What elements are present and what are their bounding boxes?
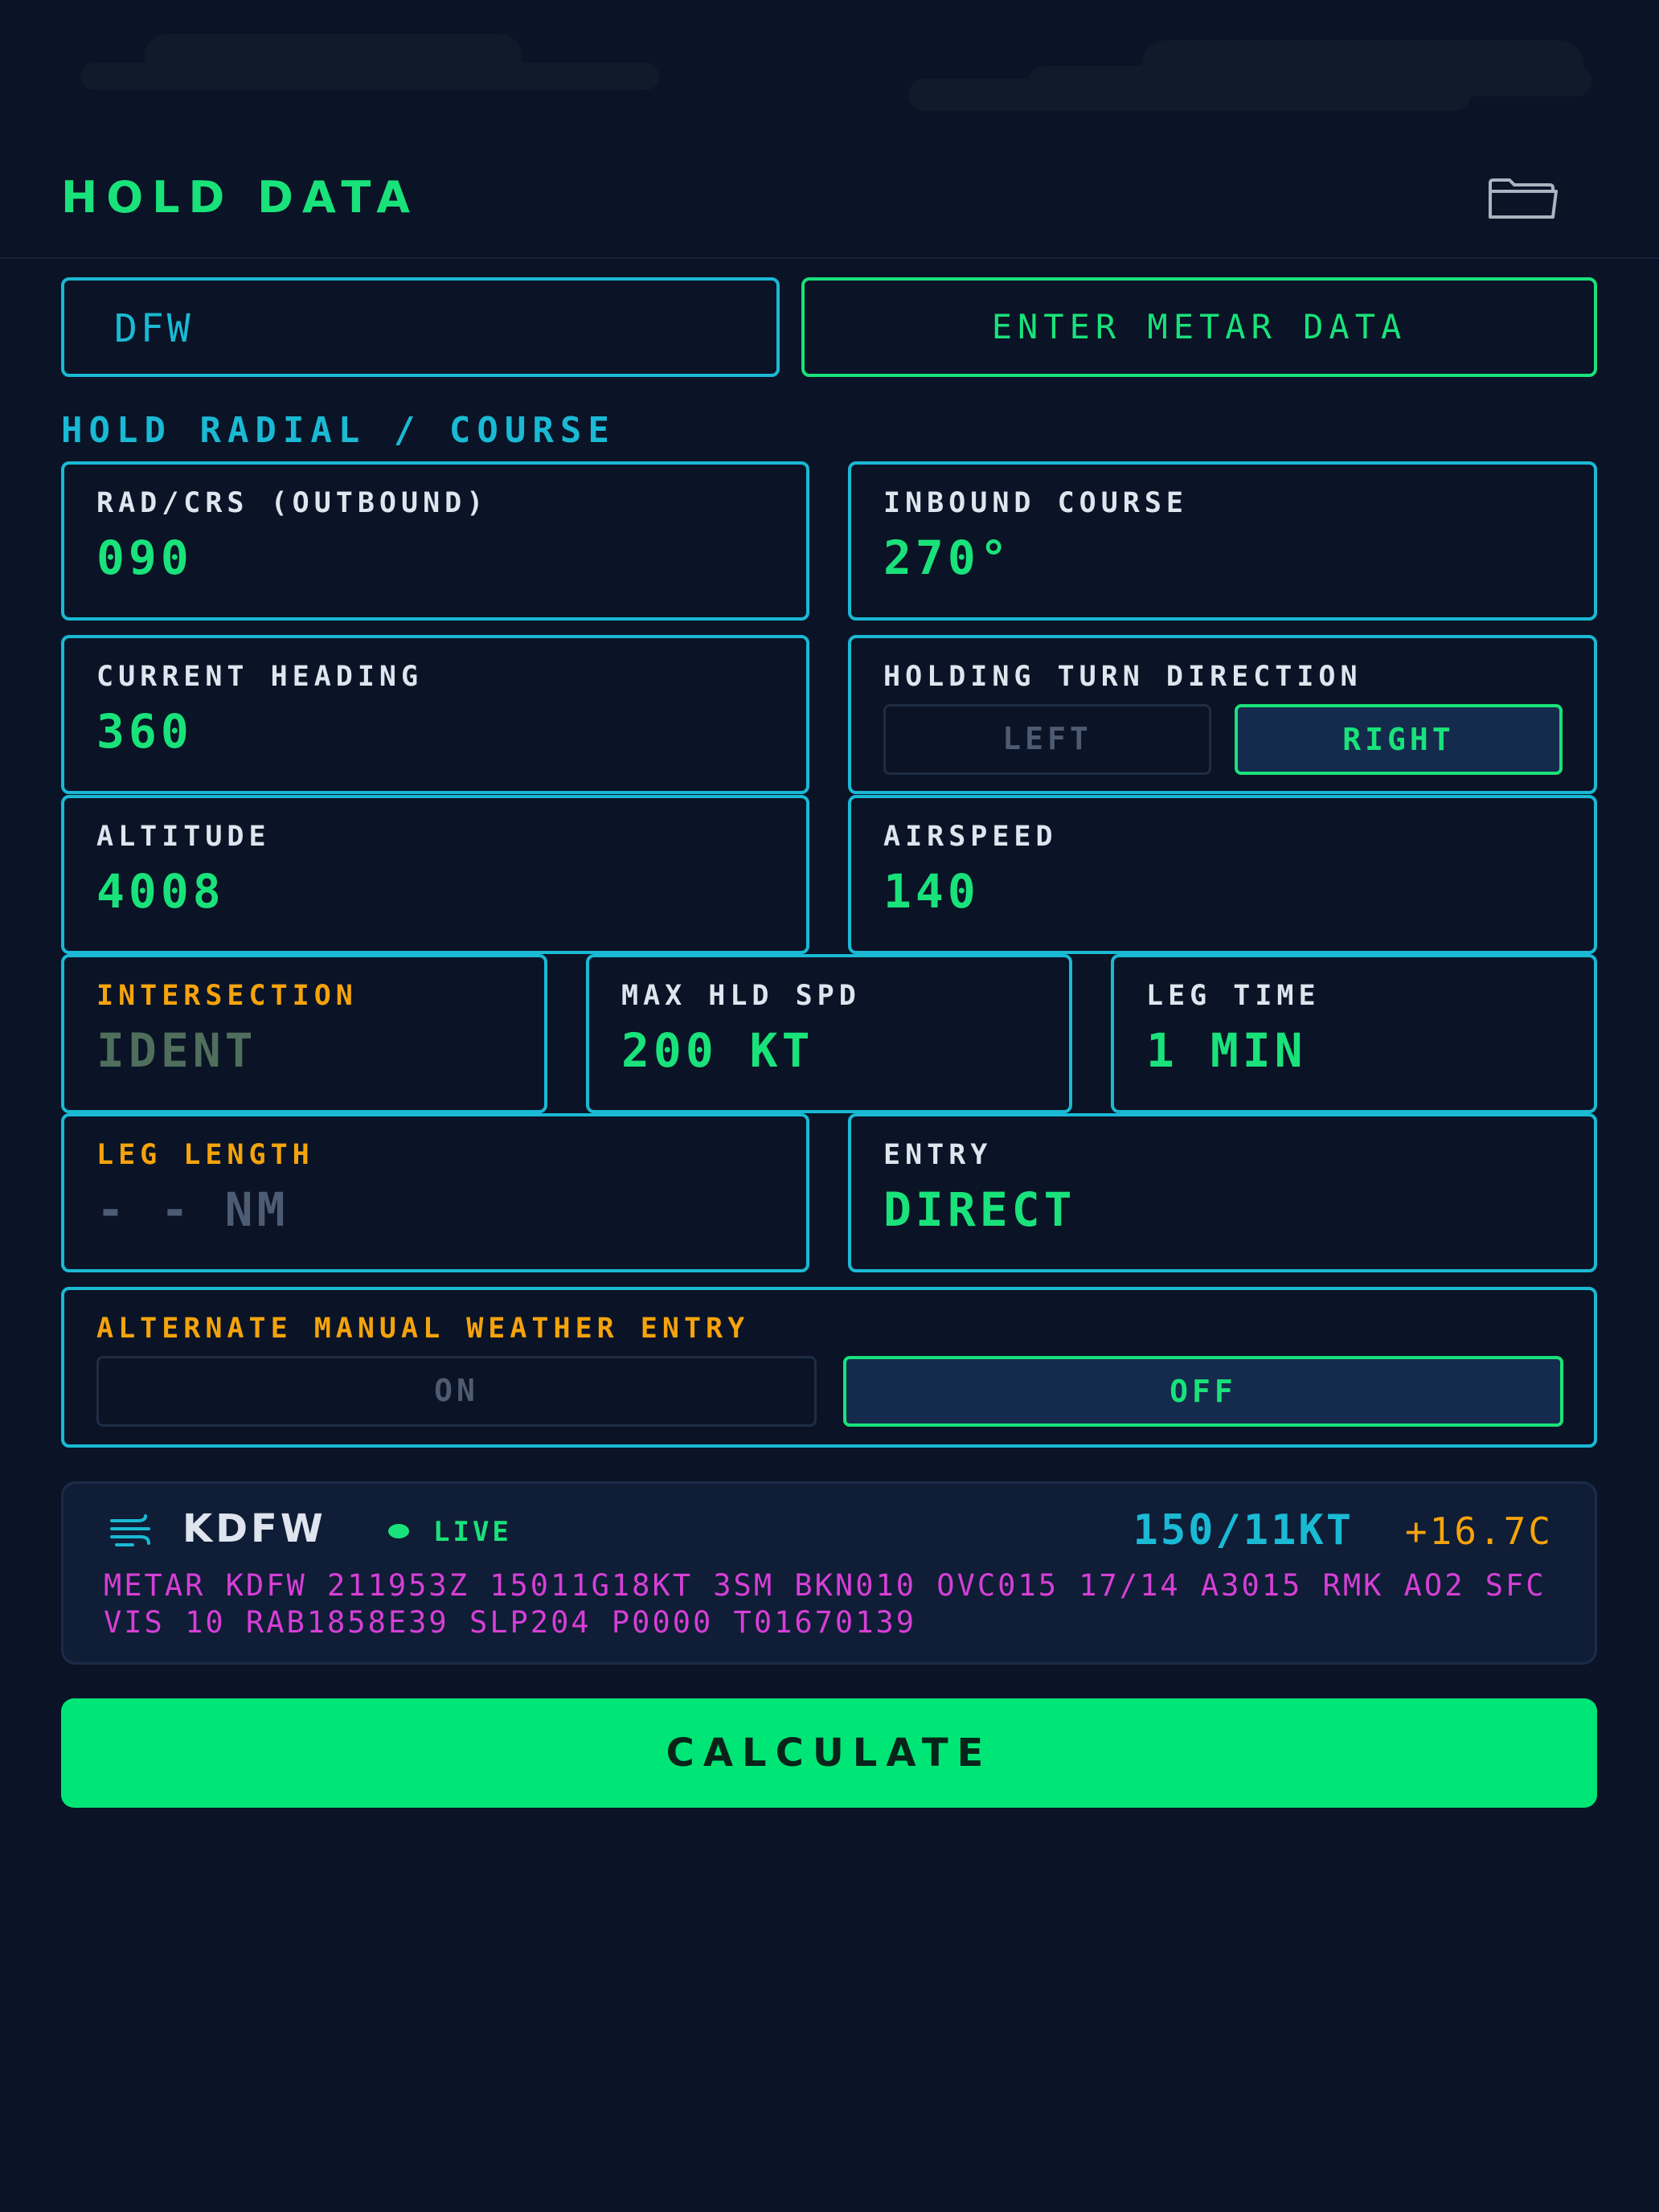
max-hold-speed-field: MAX HLD SPD 200 KT	[586, 954, 1072, 1113]
wind-value: 150/11KT	[1133, 1506, 1354, 1555]
page-title: HOLD DATA	[61, 172, 419, 223]
leg-time-value: 1 MIN	[1146, 1023, 1307, 1078]
manual-weather-label: ALTERNATE MANUAL WEATHER ENTRY	[96, 1313, 750, 1345]
manual-weather-off-button[interactable]: OFF	[843, 1356, 1563, 1427]
manual-weather-field: ALTERNATE MANUAL WEATHER ENTRY ON OFF	[61, 1287, 1597, 1448]
raw-metar-text: METAR KDFW 211953Z 15011G18KT 3SM BKN010…	[104, 1568, 1546, 1640]
turn-right-button[interactable]: RIGHT	[1235, 704, 1563, 775]
airspeed-value: 140	[883, 864, 980, 919]
intersection-label: INTERSECTION	[96, 980, 358, 1012]
cloud-shape	[80, 63, 659, 90]
altitude-value: 4008	[96, 864, 225, 919]
max-hold-speed-value: 200 KT	[621, 1023, 814, 1078]
enter-metar-button[interactable]: ENTER METAR DATA	[801, 277, 1597, 377]
turn-direction-label: HOLDING TURN DIRECTION	[883, 661, 1362, 693]
max-hold-speed-label: MAX HLD SPD	[621, 980, 861, 1012]
heading-label: CURRENT HEADING	[96, 661, 424, 693]
intersection-placeholder: IDENT	[96, 1023, 257, 1078]
airport-code-input[interactable]: DFW	[61, 277, 780, 377]
radial-field[interactable]: RAD/CRS (OUTBOUND) 090	[61, 461, 809, 621]
folder-open-icon[interactable]	[1485, 177, 1559, 220]
header-divider	[0, 257, 1659, 259]
radial-value: 090	[96, 530, 193, 585]
heading-field[interactable]: CURRENT HEADING 360	[61, 635, 809, 794]
leg-time-field[interactable]: LEG TIME 1 MIN	[1111, 954, 1597, 1113]
manual-weather-on-button[interactable]: ON	[96, 1356, 817, 1427]
entry-label: ENTRY	[883, 1139, 993, 1171]
live-indicator-dot	[388, 1524, 409, 1538]
temperature-value: +16.7C	[1404, 1509, 1553, 1553]
cloud-shape	[1029, 66, 1591, 96]
calculate-button[interactable]: CALCULATE	[61, 1698, 1597, 1808]
entry-value: DIRECT	[883, 1182, 1076, 1237]
leg-length-field[interactable]: LEG LENGTH - - NM	[61, 1113, 809, 1272]
inbound-course-field: INBOUND COURSE 270°	[848, 461, 1597, 621]
leg-length-value: - - NM	[96, 1182, 289, 1237]
entry-field: ENTRY DIRECT	[848, 1113, 1597, 1272]
weather-card: KDFW LIVE 150/11KT +16.7C METAR KDFW 211…	[61, 1481, 1597, 1665]
weather-station: KDFW	[182, 1506, 326, 1551]
inbound-label: INBOUND COURSE	[883, 487, 1189, 519]
altitude-field[interactable]: ALTITUDE 4008	[61, 795, 809, 954]
intersection-field[interactable]: INTERSECTION IDENT	[61, 954, 547, 1113]
inbound-value: 270°	[883, 530, 1012, 585]
airspeed-label: AIRSPEED	[883, 821, 1058, 853]
airspeed-field[interactable]: AIRSPEED 140	[848, 795, 1597, 954]
turn-direction-field: HOLDING TURN DIRECTION LEFT RIGHT	[848, 635, 1597, 794]
section-title: HOLD RADIAL / COURSE	[61, 410, 616, 451]
turn-left-button[interactable]: LEFT	[883, 704, 1211, 775]
leg-time-label: LEG TIME	[1146, 980, 1321, 1012]
heading-value: 360	[96, 704, 193, 759]
wind-icon	[110, 1514, 150, 1546]
altitude-label: ALTITUDE	[96, 821, 271, 853]
radial-label: RAD/CRS (OUTBOUND)	[96, 487, 489, 519]
live-status: LIVE	[433, 1516, 512, 1548]
leg-length-label: LEG LENGTH	[96, 1139, 314, 1171]
